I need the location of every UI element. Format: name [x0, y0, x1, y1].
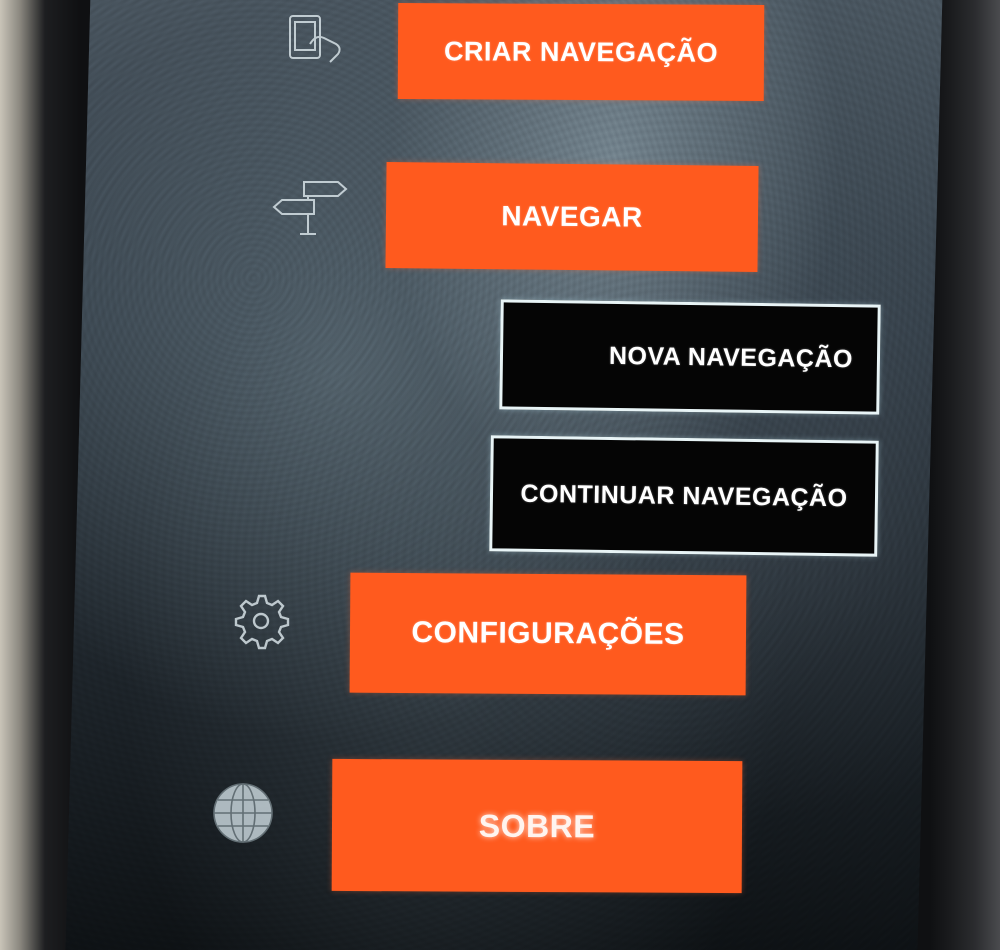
navigate-label: NAVEGAR [501, 200, 643, 233]
globe-icon [210, 780, 276, 846]
signpost-icon [272, 176, 350, 238]
about-button[interactable]: SOBRE [331, 758, 743, 894]
new-navigation-label: NOVA NAVEGAÇÃO [608, 341, 854, 373]
gear-icon [230, 590, 292, 652]
create-navigation-button[interactable]: CRIAR NAVEGAÇÃO [397, 3, 765, 101]
photo-scene: CRIAR NAVEGAÇÃO NAVEGAR NOVA NAVEGAÇÃO C… [0, 0, 1000, 950]
new-navigation-button[interactable]: NOVA NAVEGAÇÃO [499, 299, 881, 415]
settings-label: CONFIGURAÇÕES [411, 616, 685, 651]
continue-navigation-label: CONTINUAR NAVEGAÇÃO [520, 479, 848, 512]
about-label: SOBRE [478, 807, 596, 844]
tablet-touch-icon [286, 12, 348, 64]
continue-navigation-button[interactable]: CONTINUAR NAVEGAÇÃO [489, 435, 879, 557]
create-navigation-label: CRIAR NAVEGAÇÃO [443, 35, 719, 68]
navigate-button[interactable]: NAVEGAR [385, 162, 759, 272]
settings-button[interactable]: CONFIGURAÇÕES [349, 572, 747, 696]
